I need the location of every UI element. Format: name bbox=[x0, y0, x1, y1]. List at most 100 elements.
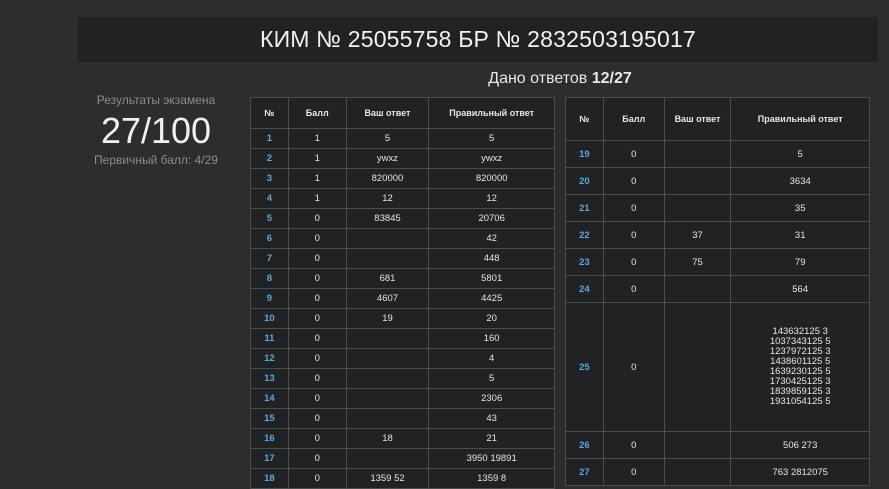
score-cell: 0 bbox=[287, 348, 347, 369]
correct-answer-cell: 20 bbox=[428, 308, 555, 329]
header-your-answer: Ваш ответ bbox=[345, 97, 430, 129]
score-cell: 0 bbox=[287, 468, 347, 489]
task-number: 2 bbox=[250, 148, 289, 169]
header-your-answer: Ваш ответ bbox=[663, 97, 732, 141]
score-cell: 0 bbox=[287, 308, 347, 329]
your-answer-cell bbox=[345, 348, 430, 369]
correct-answer-cell: 21 bbox=[428, 428, 555, 449]
correct-answer-cell: 143632125 3 1037343125 5 1237972125 3 14386… bbox=[730, 302, 870, 432]
score-cell: 0 bbox=[287, 428, 347, 449]
task-number: 15 bbox=[250, 408, 289, 429]
your-answer-cell bbox=[345, 248, 430, 269]
correct-answer-cell: 1359 8 bbox=[428, 468, 555, 489]
table-row: 15 0 43 bbox=[250, 408, 555, 429]
score-cell: 1 bbox=[287, 148, 347, 169]
table-row: 19 0 5 bbox=[565, 140, 870, 168]
table-row: 13 0 5 bbox=[250, 368, 555, 389]
table-row: 25 0 143632125 3 1037343125 5 1237972125 3 14… bbox=[565, 302, 870, 432]
table-row: 5 0 83845 20706 bbox=[250, 208, 555, 229]
score-cell: 0 bbox=[287, 328, 347, 349]
table-row: 23 0 75 79 bbox=[565, 248, 870, 276]
task-number: 20 bbox=[565, 167, 604, 195]
correct-answer-cell: 3634 bbox=[730, 167, 870, 195]
your-answer-cell: 19 bbox=[345, 308, 430, 329]
your-answer-cell: 1359 52 bbox=[345, 468, 430, 489]
table-row: 12 0 4 bbox=[250, 348, 555, 369]
task-number: 13 bbox=[250, 368, 289, 389]
your-answer-cell bbox=[345, 408, 430, 429]
table-row: 16 0 18 21 bbox=[250, 428, 555, 449]
your-answer-cell bbox=[345, 388, 430, 409]
answers-given-value: 12/27 bbox=[591, 70, 632, 87]
correct-answer-cell: 3950 19891 bbox=[428, 448, 555, 469]
your-answer-cell bbox=[663, 458, 732, 486]
task-number: 3 bbox=[250, 168, 289, 189]
task-number: 19 bbox=[565, 140, 604, 168]
correct-answer-cell: 506 273 bbox=[730, 431, 870, 459]
task-number: 22 bbox=[565, 221, 604, 249]
your-answer-cell bbox=[663, 431, 732, 459]
correct-answer-cell: 35 bbox=[730, 194, 870, 222]
your-answer-cell bbox=[663, 194, 732, 222]
correct-answer-cell: 5 bbox=[428, 368, 555, 389]
correct-answer-cell: 20706 bbox=[428, 208, 555, 229]
answers-table-right: № Балл Ваш ответ Правильный ответ 19 0 5 20… bbox=[565, 97, 870, 486]
header-num: № bbox=[565, 97, 604, 141]
correct-answer-line: 1931054125 5 bbox=[769, 396, 831, 407]
table-row: 11 0 160 bbox=[250, 328, 555, 349]
results-label: Результаты экзамена bbox=[96, 93, 216, 107]
score-cell: 0 bbox=[287, 248, 347, 269]
score-cell: 0 bbox=[602, 221, 665, 249]
correct-answer-cell: 79 bbox=[730, 248, 870, 276]
correct-answer-cell: ywxz bbox=[428, 148, 555, 169]
results-panel: Результаты экзамена 27/100 Первичный бал… bbox=[80, 93, 232, 167]
your-answer-cell bbox=[663, 140, 732, 168]
score-cell: 0 bbox=[287, 368, 347, 389]
correct-answer-cell: 820000 bbox=[428, 168, 555, 189]
task-number: 9 bbox=[250, 288, 289, 309]
task-number: 14 bbox=[250, 388, 289, 409]
your-answer-cell bbox=[345, 448, 430, 469]
correct-answer-cell: 2306 bbox=[428, 388, 555, 409]
table-row: 10 0 19 20 bbox=[250, 308, 555, 329]
header-correct-answer: Правильный ответ bbox=[428, 97, 555, 129]
your-answer-cell bbox=[345, 368, 430, 389]
task-number: 16 bbox=[250, 428, 289, 449]
answers-table-left-body: 1 1 5 5 2 1 ywxz ywxz 3 1 820000 820000 4 1 12 12 5 0 8384… bbox=[250, 128, 555, 489]
answers-table-right-body: 19 0 5 20 0 3634 21 0 35 22 0 37 31 23 0 75 79 24 0 564 25 0 1… bbox=[565, 140, 870, 486]
header-correct-answer: Правильный ответ bbox=[730, 97, 870, 141]
task-number: 1 bbox=[250, 128, 289, 149]
table-row: 7 0 448 bbox=[250, 248, 555, 269]
table-row: 9 0 4607 4425 bbox=[250, 288, 555, 309]
correct-answer-cell: 448 bbox=[428, 248, 555, 269]
correct-answer-cell: 5801 bbox=[428, 268, 555, 289]
answers-given: Дано ответов 12/27 bbox=[250, 70, 870, 88]
correct-answer-cell: 4 bbox=[428, 348, 555, 369]
task-number: 10 bbox=[250, 308, 289, 329]
task-number: 5 bbox=[250, 208, 289, 229]
correct-answer-cell: 5 bbox=[730, 140, 870, 168]
header-num: № bbox=[250, 97, 289, 129]
your-answer-cell: ywxz bbox=[345, 148, 430, 169]
correct-answer-cell: 160 bbox=[428, 328, 555, 349]
score-cell: 1 bbox=[287, 188, 347, 209]
your-answer-cell: 4607 bbox=[345, 288, 430, 309]
correct-answer-cell: 4425 bbox=[428, 288, 555, 309]
header-score: Балл bbox=[287, 97, 347, 129]
score-cell: 0 bbox=[602, 302, 665, 432]
your-answer-cell bbox=[345, 228, 430, 249]
score-cell: 0 bbox=[287, 208, 347, 229]
correct-answer-cell: 43 bbox=[428, 408, 555, 429]
score-cell: 0 bbox=[287, 228, 347, 249]
score-cell: 0 bbox=[602, 275, 665, 303]
table-row: 8 0 681 5801 bbox=[250, 268, 555, 289]
your-answer-cell: 681 bbox=[345, 268, 430, 289]
score-cell: 0 bbox=[602, 140, 665, 168]
answers-given-label: Дано ответов bbox=[488, 70, 588, 87]
table-header-row: № Балл Ваш ответ Правильный ответ bbox=[565, 97, 870, 141]
score-cell: 1 bbox=[287, 168, 347, 189]
task-number: 4 bbox=[250, 188, 289, 209]
task-number: 17 bbox=[250, 448, 289, 469]
total-score: 27/100 bbox=[100, 110, 212, 151]
score-cell: 0 bbox=[287, 448, 347, 469]
